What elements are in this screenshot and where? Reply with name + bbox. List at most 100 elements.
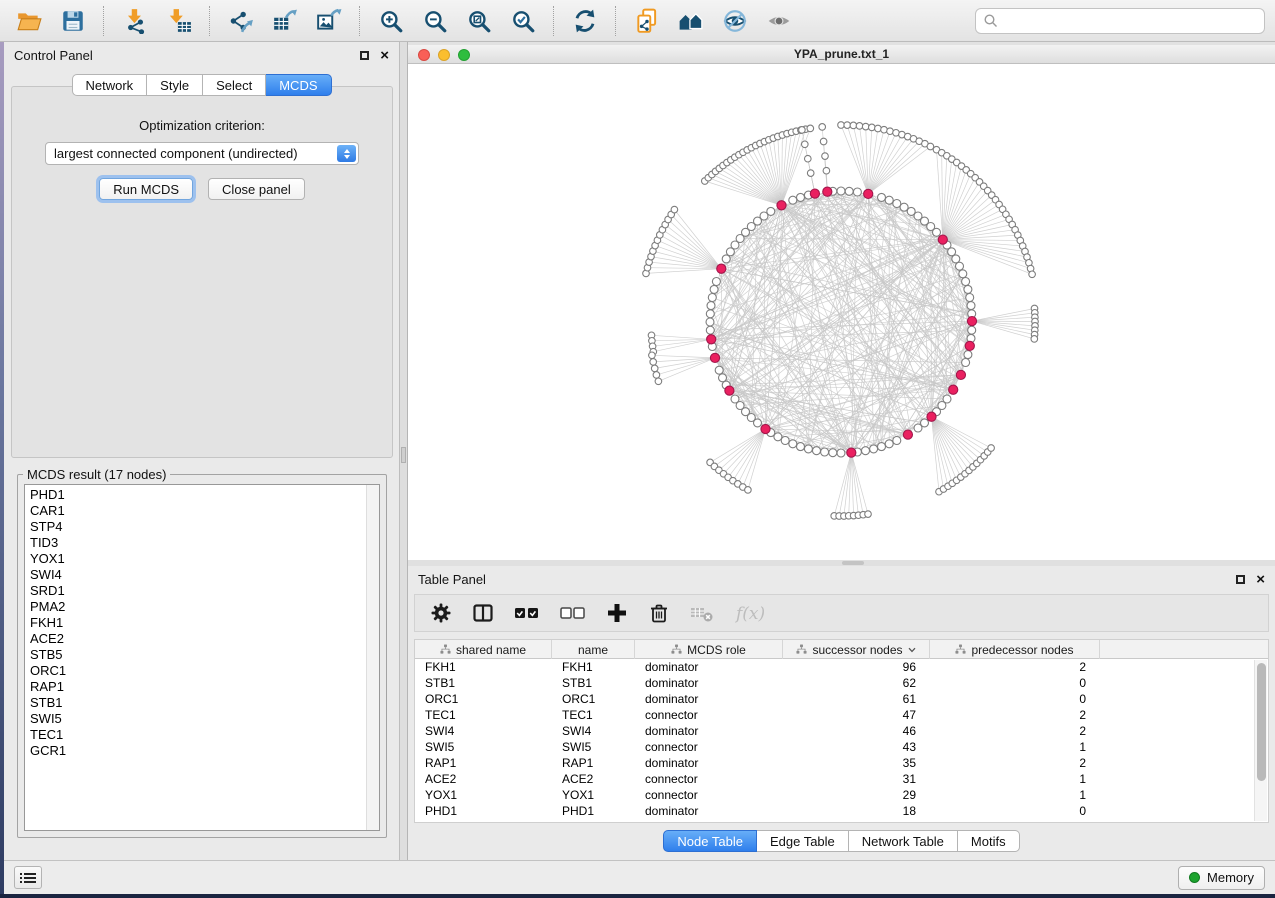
- table-row[interactable]: YOX1YOX1connector291: [415, 787, 1268, 803]
- mcds-result-item[interactable]: STB1: [30, 695, 366, 711]
- mcds-hub-node[interactable]: [956, 370, 965, 379]
- mcds-result-item[interactable]: CAR1: [30, 503, 366, 519]
- table-scrollbar[interactable]: [1254, 660, 1267, 821]
- tab-motifs[interactable]: Motifs: [958, 830, 1020, 852]
- column-header-name[interactable]: name: [552, 640, 635, 659]
- leaf-node[interactable]: [651, 365, 658, 372]
- network-node[interactable]: [712, 278, 720, 286]
- column-header-predecessor-nodes[interactable]: predecessor nodes: [930, 640, 1100, 659]
- table-row[interactable]: PHD1PHD1dominator180: [415, 803, 1268, 819]
- leaf-node[interactable]: [822, 153, 829, 160]
- splitter-grip[interactable]: [842, 561, 864, 565]
- leaf-node[interactable]: [988, 445, 995, 452]
- mcds-hub-node[interactable]: [717, 264, 726, 273]
- network-node[interactable]: [706, 318, 714, 326]
- close-panel-icon[interactable]: ×: [1256, 572, 1265, 587]
- network-node[interactable]: [789, 196, 797, 204]
- network-node[interactable]: [715, 366, 723, 374]
- network-node[interactable]: [962, 359, 970, 367]
- add-column-button[interactable]: [606, 602, 628, 624]
- network-node[interactable]: [837, 449, 845, 457]
- network-node[interactable]: [829, 449, 837, 457]
- mcds-hub-node[interactable]: [823, 187, 832, 196]
- mcds-hub-node[interactable]: [725, 386, 734, 395]
- show-all-button[interactable]: [760, 5, 797, 37]
- mcds-hub-node[interactable]: [965, 341, 974, 350]
- mcds-hub-node[interactable]: [777, 201, 786, 210]
- select-all-columns-button[interactable]: [514, 605, 540, 621]
- leaf-node[interactable]: [650, 359, 657, 366]
- scrollbar-thumb[interactable]: [1257, 663, 1266, 781]
- mcds-hub-node[interactable]: [761, 424, 770, 433]
- network-node[interactable]: [870, 445, 878, 453]
- zoom-in-button[interactable]: [372, 5, 409, 37]
- leaf-node[interactable]: [655, 378, 662, 385]
- leaf-node[interactable]: [745, 487, 752, 494]
- table-row[interactable]: ORC1ORC1dominator610: [415, 691, 1268, 707]
- table-row[interactable]: ACE2ACE2connector311: [415, 771, 1268, 787]
- table-row[interactable]: TEC1TEC1connector472: [415, 707, 1268, 723]
- apply-layout-button[interactable]: [566, 5, 603, 37]
- leaf-node[interactable]: [805, 155, 812, 162]
- table-row[interactable]: FKH1FKH1dominator962: [415, 659, 1268, 675]
- network-node[interactable]: [767, 207, 775, 215]
- network-node[interactable]: [853, 188, 861, 196]
- leaf-node[interactable]: [1029, 271, 1036, 278]
- leaf-node[interactable]: [653, 372, 660, 379]
- memory-button[interactable]: Memory: [1178, 866, 1265, 890]
- column-header-shared-name[interactable]: shared name: [415, 640, 552, 659]
- window-zoom-light[interactable]: [458, 49, 470, 61]
- unselect-all-columns-button[interactable]: [560, 605, 586, 621]
- network-node[interactable]: [731, 395, 739, 403]
- mcds-hub-node[interactable]: [710, 353, 719, 362]
- network-node[interactable]: [959, 270, 967, 278]
- network-node[interactable]: [893, 437, 901, 445]
- network-node[interactable]: [914, 424, 922, 432]
- network-node[interactable]: [962, 278, 970, 286]
- network-node[interactable]: [797, 443, 805, 451]
- network-node[interactable]: [813, 447, 821, 455]
- mcds-result-item[interactable]: SWI4: [30, 567, 366, 583]
- hide-selected-button[interactable]: [716, 5, 753, 37]
- mcds-hub-node[interactable]: [949, 385, 958, 394]
- save-session-button[interactable]: [54, 5, 91, 37]
- leaf-node[interactable]: [671, 206, 678, 213]
- float-panel-icon[interactable]: [1236, 575, 1245, 584]
- open-file-button[interactable]: [10, 5, 47, 37]
- optimization-criterion-select[interactable]: largest connected component (undirected): [45, 142, 359, 165]
- close-panel-icon[interactable]: ×: [380, 48, 389, 63]
- export-image-button[interactable]: [310, 5, 347, 37]
- splitter-grip[interactable]: [401, 447, 406, 463]
- leaf-node[interactable]: [875, 125, 882, 132]
- table-row[interactable]: SWI5SWI5connector431: [415, 739, 1268, 755]
- mcds-hub-node[interactable]: [967, 317, 976, 326]
- mcds-result-item[interactable]: SRD1: [30, 583, 366, 599]
- tab-mcds[interactable]: MCDS: [266, 74, 331, 96]
- network-node[interactable]: [797, 193, 805, 201]
- leaf-node[interactable]: [1031, 336, 1038, 343]
- network-canvas[interactable]: [408, 64, 1275, 560]
- float-panel-icon[interactable]: [360, 51, 369, 60]
- network-node[interactable]: [710, 285, 718, 293]
- network-node[interactable]: [885, 440, 893, 448]
- mcds-hub-node[interactable]: [903, 430, 912, 439]
- network-node[interactable]: [789, 440, 797, 448]
- mcds-hub-node[interactable]: [927, 412, 936, 421]
- task-history-button[interactable]: [14, 866, 42, 889]
- mcds-result-item[interactable]: TID3: [30, 535, 366, 551]
- window-minimize-light[interactable]: [438, 49, 450, 61]
- window-close-light[interactable]: [418, 49, 430, 61]
- run-mcds-button[interactable]: Run MCDS: [99, 178, 193, 200]
- mcds-result-item[interactable]: ORC1: [30, 663, 366, 679]
- delete-columns-button[interactable]: [648, 602, 670, 624]
- leaf-node[interactable]: [869, 124, 876, 131]
- mcds-result-item[interactable]: RAP1: [30, 679, 366, 695]
- tab-network-table[interactable]: Network Table: [849, 830, 958, 852]
- network-node[interactable]: [862, 447, 870, 455]
- mcds-hub-node[interactable]: [864, 189, 873, 198]
- leaf-node[interactable]: [802, 141, 809, 148]
- network-node[interactable]: [967, 302, 975, 310]
- leaf-node[interactable]: [862, 123, 869, 130]
- leaf-node[interactable]: [807, 125, 814, 132]
- vertical-splitter[interactable]: [400, 42, 408, 860]
